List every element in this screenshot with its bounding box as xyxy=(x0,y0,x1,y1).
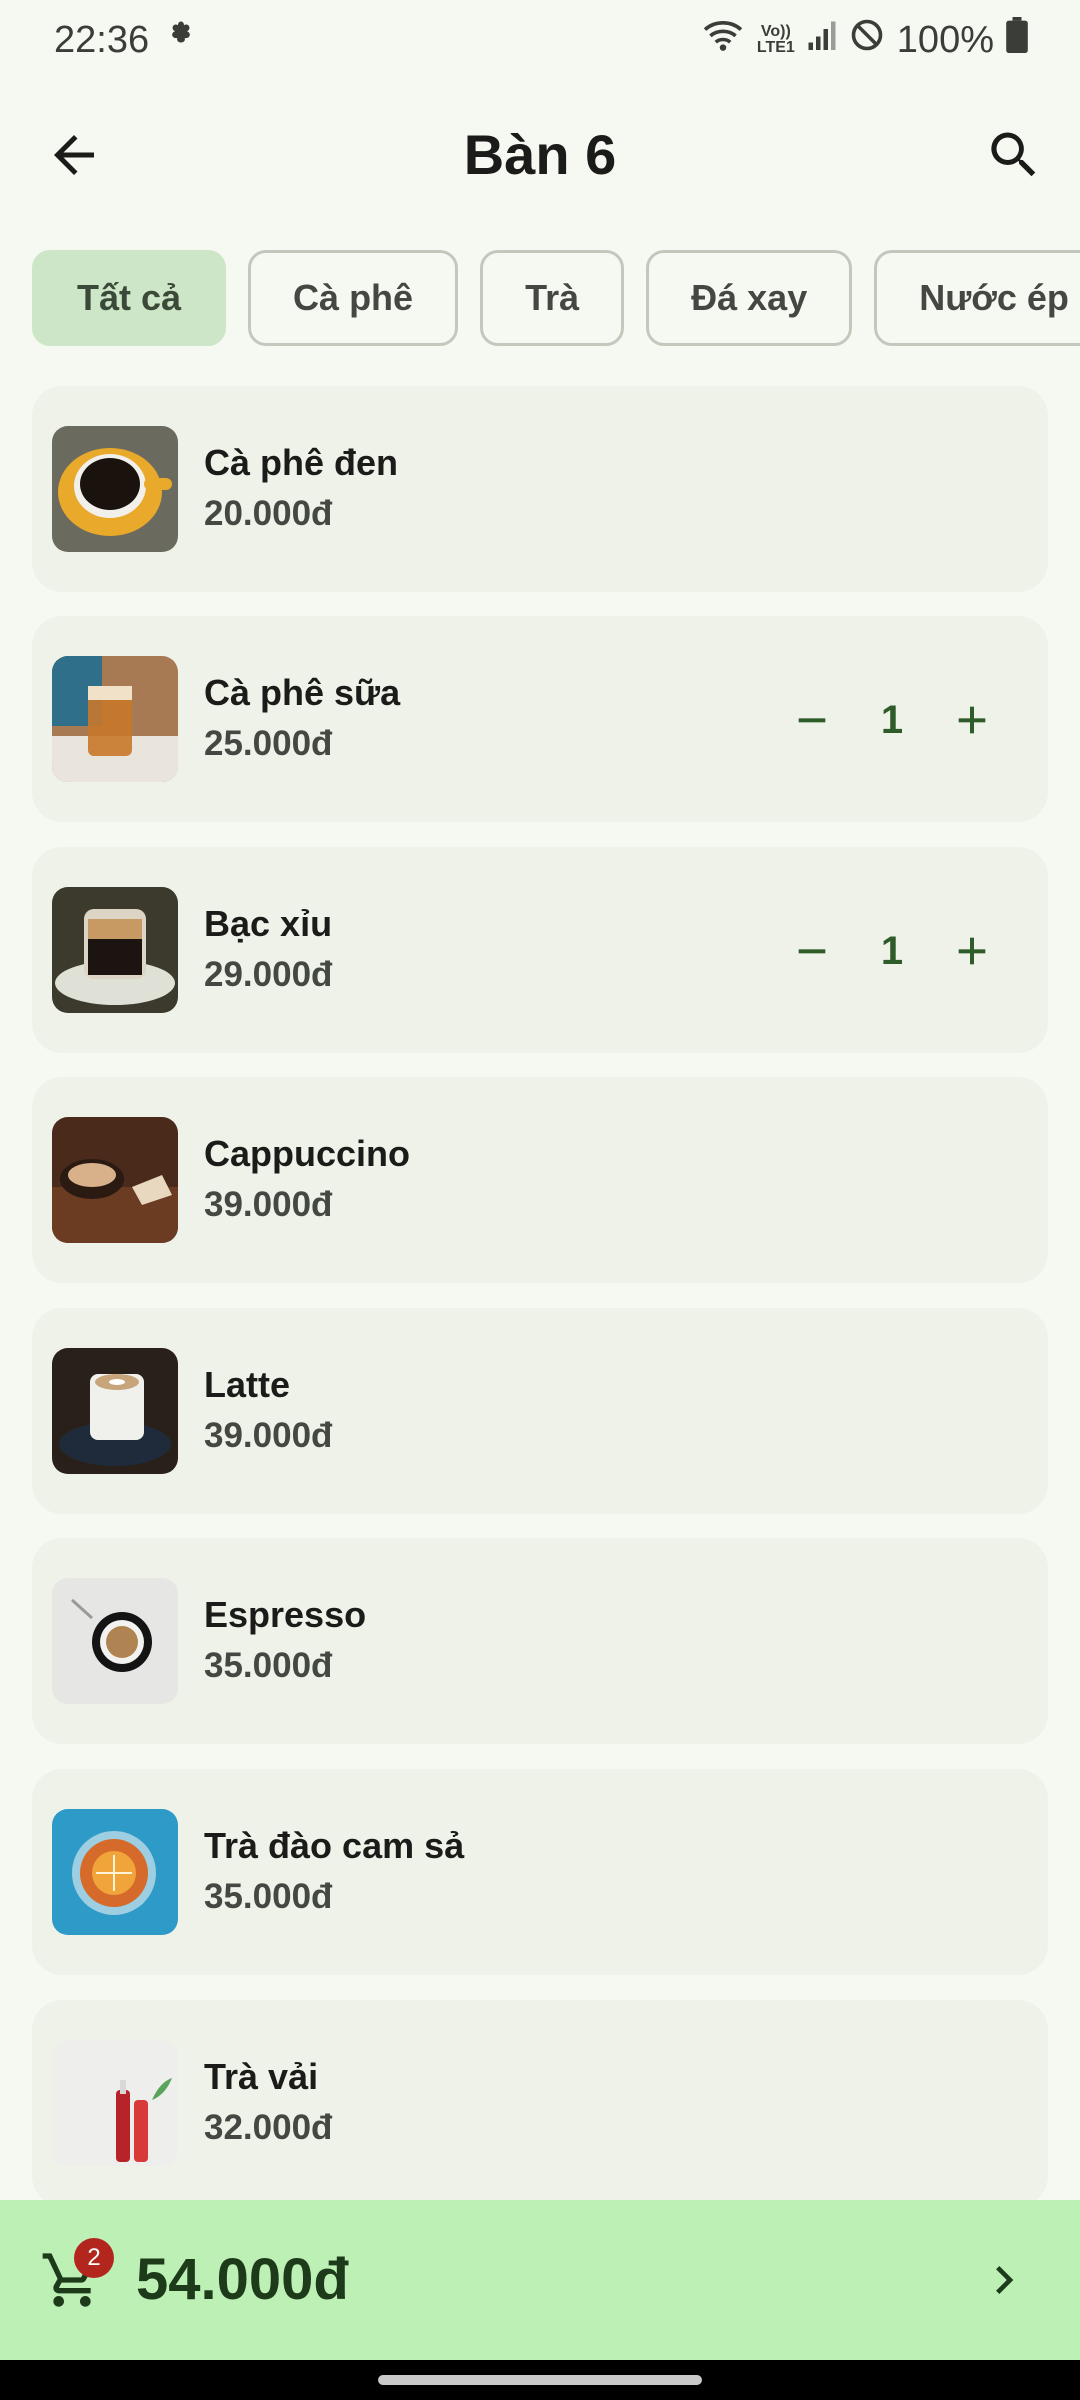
item-thumbnail xyxy=(52,1117,178,1243)
item-thumbnail xyxy=(52,2040,178,2166)
do-not-disturb-icon xyxy=(849,17,885,63)
notification-icon xyxy=(163,17,199,63)
item-thumbnail xyxy=(52,1348,178,1474)
item-price: 35.000đ xyxy=(204,1646,333,1685)
menu-item-card[interactable]: Bạc xỉu 29.000đ 1 xyxy=(32,847,1048,1053)
menu-item-card[interactable]: Latte 39.000đ xyxy=(32,1308,1048,1514)
decrease-button[interactable] xyxy=(772,911,852,991)
item-price: 25.000đ xyxy=(204,724,333,763)
quantity-value: 1 xyxy=(880,928,904,973)
increase-button[interactable] xyxy=(932,911,1012,991)
menu-item-card[interactable]: Trà đào cam sả 35.000đ xyxy=(32,1769,1048,1975)
item-name: Cà phê sữa xyxy=(204,672,401,713)
cart-summary-bar[interactable]: 2 54.000đ xyxy=(0,2200,1080,2360)
category-filter-chips: Tất cả Cà phê Trà Đá xay Nước ép & S xyxy=(32,250,1080,350)
item-thumbnail xyxy=(52,1809,178,1935)
menu-item-card[interactable]: Espresso 35.000đ xyxy=(32,1538,1048,1744)
item-price: 29.000đ xyxy=(204,955,333,994)
home-gesture-handle[interactable] xyxy=(378,2375,702,2385)
wifi-icon xyxy=(701,17,745,63)
chip-blended[interactable]: Đá xay xyxy=(646,250,853,346)
cart-total: 54.000đ xyxy=(136,2247,349,2312)
item-price: 39.000đ xyxy=(204,1185,333,1224)
minus-icon xyxy=(798,949,826,954)
item-price: 20.000đ xyxy=(204,494,333,533)
cart-count-badge: 2 xyxy=(74,2238,114,2278)
plus-icon xyxy=(958,937,986,965)
status-bar: 22:36 Vo)) LTE1 100% xyxy=(0,0,1080,80)
item-price: 32.000đ xyxy=(204,2108,333,2147)
quantity-stepper: 1 xyxy=(772,680,1012,760)
item-name: Cappuccino xyxy=(204,1133,411,1174)
quantity-stepper: 1 xyxy=(772,911,1012,991)
decrease-button[interactable] xyxy=(772,680,852,760)
minus-icon xyxy=(798,718,826,723)
chip-coffee[interactable]: Cà phê xyxy=(248,250,459,346)
chevron-right-icon xyxy=(996,2266,1014,2294)
item-name: Cà phê đen xyxy=(204,442,399,483)
chip-tea[interactable]: Trà xyxy=(480,250,625,346)
battery-percent: 100% xyxy=(896,18,994,61)
proceed-button[interactable] xyxy=(976,2252,1032,2308)
menu-item-card[interactable]: Cà phê đen 20.000đ xyxy=(32,386,1048,592)
battery-icon xyxy=(1006,17,1028,63)
status-time: 22:36 xyxy=(54,18,150,61)
lte-label: LTE1 xyxy=(756,39,795,56)
item-name: Trà vải xyxy=(204,2056,319,2097)
search-button[interactable] xyxy=(984,125,1044,185)
volte-indicator: Vo)) LTE1 xyxy=(757,24,795,56)
item-price: 39.000đ xyxy=(204,1416,333,1455)
menu-item-card[interactable]: Cappuccino 39.000đ xyxy=(32,1077,1048,1283)
chip-all[interactable]: Tất cả xyxy=(32,250,227,346)
item-price: 35.000đ xyxy=(204,1877,333,1916)
volte-label: Vo)) xyxy=(760,23,791,40)
chip-juice[interactable]: Nước ép & S xyxy=(874,250,1080,346)
item-thumbnail xyxy=(52,887,178,1013)
menu-item-card[interactable]: Trà vải 32.000đ xyxy=(32,2000,1048,2206)
item-name: Bạc xỉu xyxy=(204,903,333,944)
item-name: Espresso xyxy=(204,1594,367,1635)
item-thumbnail xyxy=(52,426,178,552)
item-thumbnail xyxy=(52,1578,178,1704)
app-bar: Bàn 6 xyxy=(0,100,1080,210)
increase-button[interactable] xyxy=(932,680,1012,760)
signal-icon xyxy=(807,18,837,62)
page-title: Bàn 6 xyxy=(463,123,617,186)
menu-item-card[interactable]: Cà phê sữa 25.000đ 1 xyxy=(32,616,1048,822)
plus-icon xyxy=(958,706,986,734)
search-icon xyxy=(991,132,1036,177)
item-thumbnail xyxy=(52,656,178,782)
system-nav-bar xyxy=(0,2360,1080,2400)
quantity-value: 1 xyxy=(880,697,904,742)
item-name: Latte xyxy=(204,1364,291,1405)
item-name: Trà đào cam sả xyxy=(204,1825,465,1866)
